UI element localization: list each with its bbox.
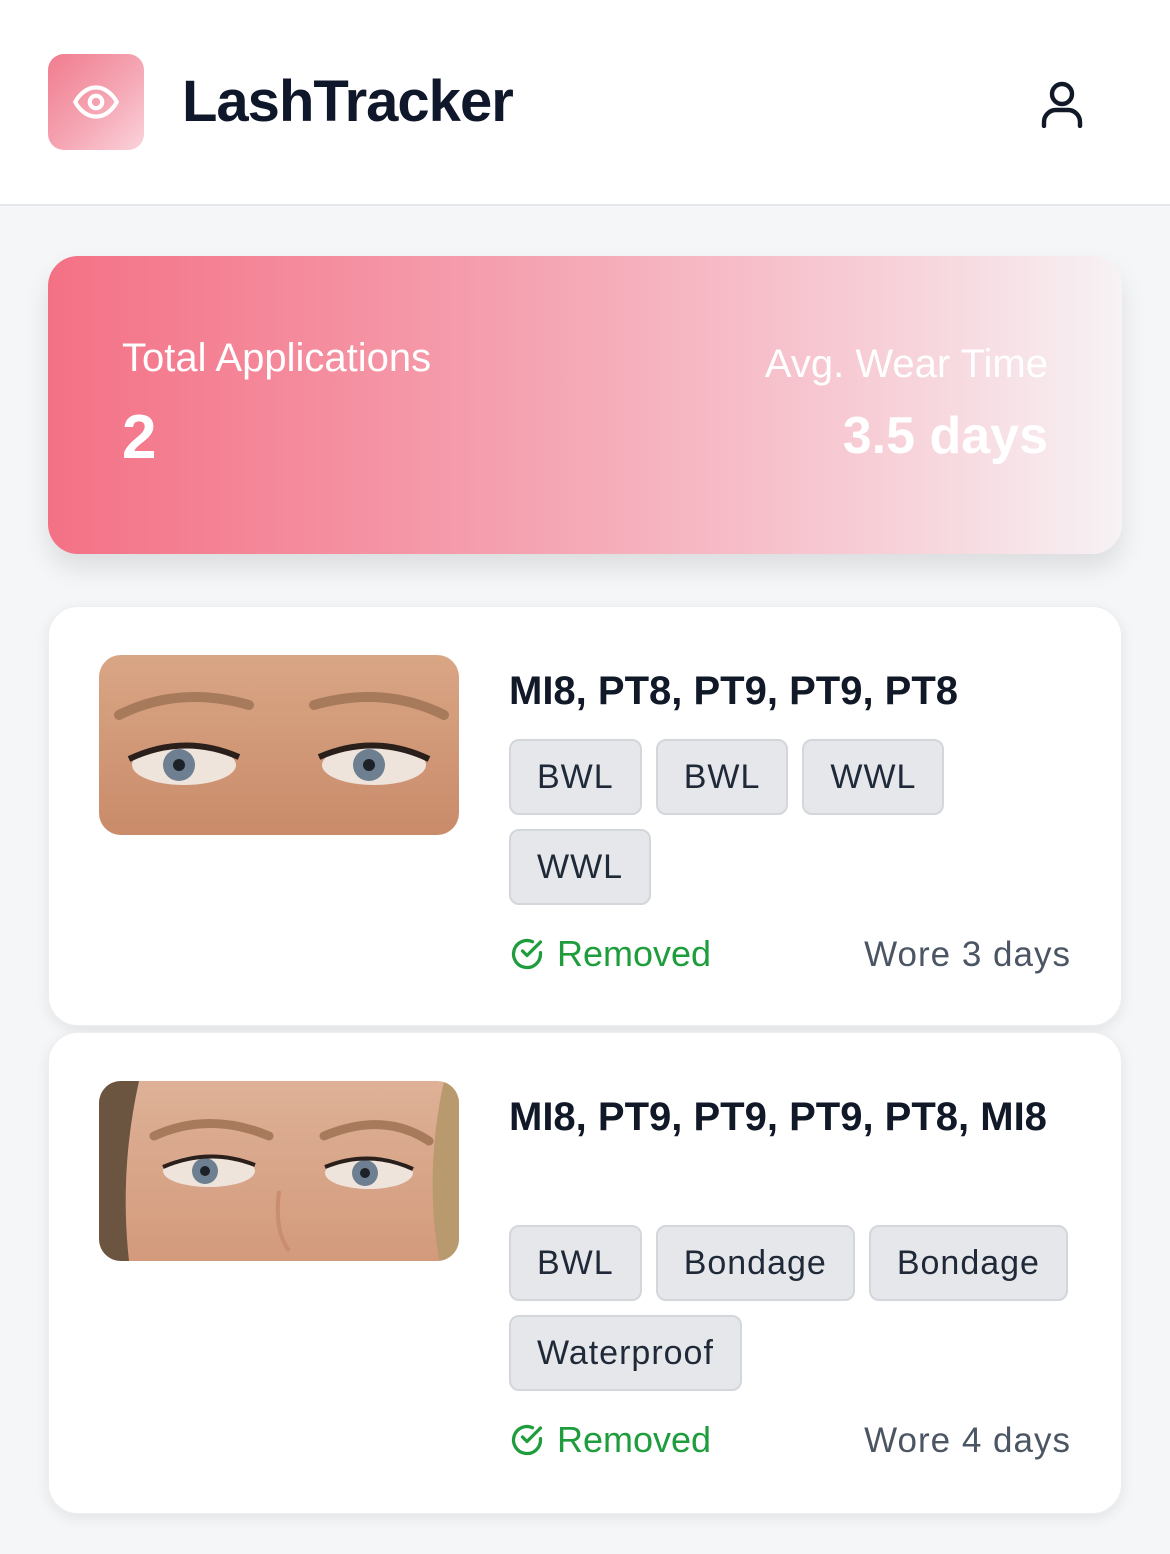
avg-wear-time-label: Avg. Wear Time — [764, 342, 1048, 386]
application-card[interactable]: MI8, PT8, PT9, PT9, PT8 BWL BWL WWL WWL … — [48, 606, 1122, 1026]
wear-duration: Wore 3 days — [864, 935, 1071, 974]
eye-photo-thumbnail — [99, 655, 459, 835]
status-label: Removed — [557, 1419, 712, 1460]
status-removed: Removed — [509, 933, 711, 975]
check-circle-icon — [511, 938, 543, 970]
tag-chip: WWL — [509, 829, 652, 905]
avg-wear-time-value: 3.5 days — [842, 407, 1048, 465]
status-label: Removed — [557, 933, 712, 974]
tag-list: BWL Bondage Bondage Waterproof — [509, 1225, 1069, 1391]
total-applications-label: Total Applications — [122, 336, 432, 380]
eye-photo-thumbnail — [99, 1081, 459, 1261]
app-title: LashTracker — [182, 69, 514, 134]
tag-chip: Bondage — [655, 1225, 855, 1301]
app-logo — [48, 54, 144, 150]
app-header: LashTracker — [0, 0, 1170, 206]
stats-banner: Total Applications 2 Avg. Wear Time 3.5 … — [48, 256, 1122, 554]
check-circle-icon — [511, 1424, 543, 1456]
application-card[interactable]: MI8, PT9, PT9, PT9, PT8, MI8 BWL Bondage… — [48, 1032, 1122, 1514]
tag-chip: BWL — [655, 739, 789, 815]
tag-chip: BWL — [509, 739, 642, 815]
tag-chip: BWL — [509, 1225, 642, 1301]
total-applications-value: 2 — [122, 403, 157, 472]
tag-chip: Bondage — [868, 1225, 1068, 1301]
status-removed: Removed — [509, 1419, 711, 1461]
user-icon — [1041, 81, 1083, 128]
tag-list: BWL BWL WWL WWL — [509, 739, 1069, 905]
application-title: MI8, PT9, PT9, PT9, PT8, MI8 — [509, 1095, 1047, 1139]
profile-button[interactable] — [1030, 72, 1094, 136]
application-title: MI8, PT8, PT9, PT9, PT8 — [509, 669, 959, 713]
tag-chip: Waterproof — [509, 1315, 742, 1391]
wear-duration: Wore 4 days — [864, 1421, 1071, 1460]
eye-icon — [73, 85, 119, 119]
tag-chip: WWL — [802, 739, 945, 815]
